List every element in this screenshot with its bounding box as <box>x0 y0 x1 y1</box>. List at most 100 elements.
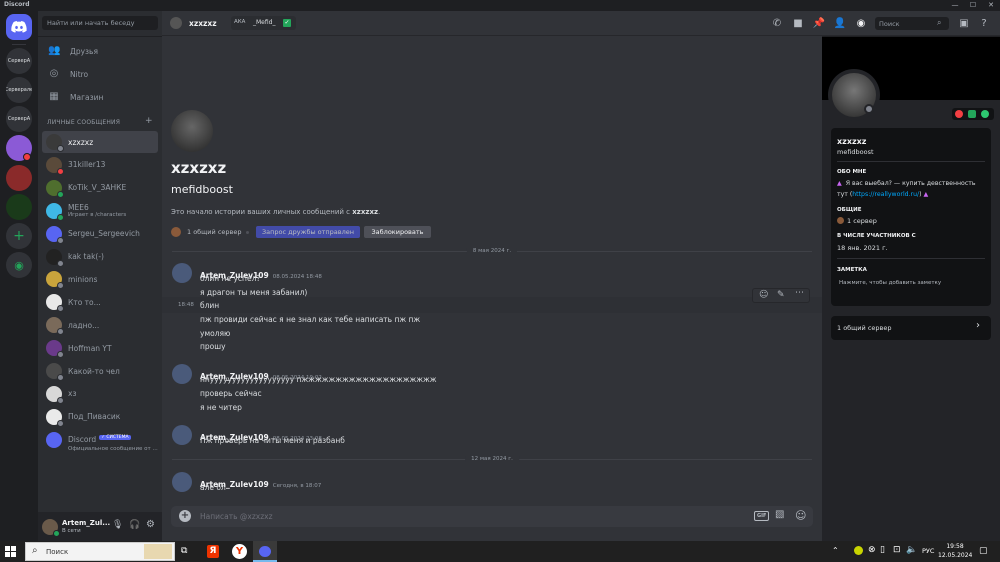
tray-app-icon[interactable]: ⊗ <box>868 545 876 555</box>
add-reaction-icon[interactable]: ☺ <box>759 290 768 300</box>
about-link[interactable]: https://reallyworld.ru/ <box>852 191 919 198</box>
message-text: умоляю <box>200 329 231 338</box>
message-composer[interactable]: + Написать @xzxzxz GIF ▧ ☺ <box>171 506 813 527</box>
home-button[interactable] <box>6 14 32 40</box>
badge-icon[interactable] <box>968 110 976 118</box>
dm-item[interactable]: 31killer13 <box>42 154 158 176</box>
dm-item[interactable]: ладно... <box>42 314 158 336</box>
discord-taskbar-button[interactable] <box>253 541 277 562</box>
profile-avatar-ring <box>828 69 880 121</box>
message-avatar[interactable] <box>172 263 192 283</box>
inbox-icon[interactable]: ▣ <box>957 17 971 31</box>
status-dot <box>57 351 64 359</box>
sticker-icon[interactable]: ▧ <box>775 509 784 520</box>
microphone-icon[interactable]: 🎙 <box>112 520 123 530</box>
message-avatar[interactable] <box>172 425 192 445</box>
notification-badge <box>23 153 31 161</box>
dm-text: 31killer13 <box>68 160 105 169</box>
profile-username: mefidboost <box>837 148 874 156</box>
server-mini-icon <box>837 217 844 224</box>
dm-item[interactable]: kak tak(-) <box>42 246 158 268</box>
avatar <box>46 317 64 336</box>
mutual-server-icon <box>171 227 181 237</box>
clock-date[interactable]: 12.05.2024 <box>938 552 972 559</box>
clock-time[interactable]: 19:58 <box>946 543 964 550</box>
dm-item[interactable]: Discord ✓ СИСТЕМА Официальное сообщение от… <box>42 429 158 452</box>
edit-pencil-icon[interactable]: ✎ <box>777 290 785 300</box>
add-server-icon[interactable]: + <box>6 223 32 249</box>
taskbar-search-input[interactable]: ⌕ Поиск <box>25 542 175 561</box>
maximize-button[interactable]: ☐ <box>964 0 982 11</box>
status-dot <box>57 328 64 336</box>
nav-nitro[interactable]: ◎ Nitro <box>42 64 158 84</box>
dm-item[interactable]: KoTik_V_ЗАНКЕ <box>42 177 158 199</box>
message-avatar[interactable] <box>172 472 192 492</box>
voice-call-icon[interactable]: ✆ <box>770 17 784 31</box>
avatar <box>46 294 64 313</box>
settings-gear-icon[interactable]: ⚙ <box>146 519 155 530</box>
offline-status-dot <box>864 104 874 114</box>
minimize-button[interactable]: — <box>946 0 964 11</box>
badge-icon[interactable] <box>981 110 989 118</box>
tray-chevron-icon[interactable]: ⌃ <box>832 546 839 555</box>
dm-item[interactable]: Кто то... <box>42 291 158 313</box>
attach-plus-icon[interactable]: + <box>179 510 191 522</box>
dm-item[interactable]: xzxzxz <box>42 131 158 153</box>
emoji-icon[interactable]: ☺ <box>795 509 806 522</box>
nav-shop[interactable]: ▦ Магазин <box>42 87 158 107</box>
dm-search-input[interactable]: Найти или начать беседу <box>42 16 158 30</box>
dm-item[interactable]: MEE6 Играет в /characters <box>42 200 158 222</box>
server-icon[interactable]: СерверА <box>6 106 32 132</box>
friend-request-sent-button[interactable]: Запрос дружбы отправлен <box>256 226 360 238</box>
notifications-icon[interactable]: ▢ <box>979 546 988 556</box>
tray-app-icon[interactable]: ▯ <box>880 545 885 555</box>
more-options-icon[interactable]: ⋯ <box>795 288 804 298</box>
video-call-icon[interactable]: ■ <box>791 17 805 31</box>
note-input[interactable]: Нажмите, чтобы добавить заметку <box>839 280 941 286</box>
profile-card: xzxzxz mefidboost ОБО МНЕ ▲ Я вас выебал… <box>831 128 991 306</box>
user-status: В сети <box>62 528 81 534</box>
language-indicator[interactable]: РУС <box>922 547 934 555</box>
server-icon[interactable] <box>6 194 32 220</box>
avatar[interactable] <box>42 519 60 537</box>
mutual-servers-text[interactable]: 1 общий сервер <box>187 228 241 236</box>
discover-icon[interactable]: ◉ <box>6 252 32 278</box>
dm-item[interactable]: Под_Пивасик <box>42 406 158 428</box>
headphones-icon[interactable]: 🎧 <box>129 520 140 530</box>
dm-item[interactable]: minions <box>42 268 158 290</box>
dm-item[interactable]: хз <box>42 383 158 405</box>
tray-app-icon[interactable] <box>854 546 863 555</box>
dm-item[interactable]: Hoffman YT <box>42 337 158 359</box>
network-icon[interactable]: ⊡ <box>893 545 901 555</box>
user-profile-icon[interactable]: ◉ <box>854 17 868 31</box>
message-time: Сегодня, в 18:07 <box>272 483 322 489</box>
task-view-icon[interactable]: ⧉ <box>181 546 187 556</box>
server-icon[interactable]: СерверА <box>6 48 32 74</box>
badge-icon[interactable] <box>955 110 963 118</box>
windows-start-icon[interactable] <box>5 546 16 557</box>
avatar <box>46 202 64 221</box>
server-icon[interactable] <box>6 165 32 191</box>
mutual-servers-card[interactable]: 1 общий сервер › <box>831 316 991 340</box>
block-button[interactable]: Заблокировать <box>364 226 431 238</box>
intro-text-before: Это начало истории ваших личных сообщени… <box>171 208 351 216</box>
help-icon[interactable]: ? <box>977 17 991 31</box>
message-avatar[interactable] <box>172 364 192 384</box>
yandex-icon[interactable]: Y <box>232 544 247 559</box>
volume-icon[interactable]: 🔈 <box>906 545 917 555</box>
header-search-input[interactable]: Поиск ⌕ <box>875 17 949 30</box>
nav-friends[interactable]: 👥 Друзья <box>42 41 158 61</box>
dm-item[interactable]: Sergeu_Sergeevich <box>42 223 158 245</box>
close-button[interactable]: ✕ <box>982 0 1000 11</box>
server-icon[interactable]: Серверале <box>6 77 32 103</box>
status-dot <box>57 396 64 404</box>
dm-item[interactable]: Какой-то чел <box>42 360 158 382</box>
date-label: 8 мая 2024 г. <box>466 248 518 254</box>
yandex-browser-icon[interactable]: Я <box>207 545 219 558</box>
avatar <box>46 134 64 152</box>
divider <box>837 258 985 259</box>
new-dm-plus-icon[interactable]: + <box>145 116 153 126</box>
pin-icon[interactable]: 📌 <box>812 17 826 31</box>
add-friend-icon[interactable]: 👤 <box>833 17 847 31</box>
gif-icon[interactable]: GIF <box>754 511 770 521</box>
